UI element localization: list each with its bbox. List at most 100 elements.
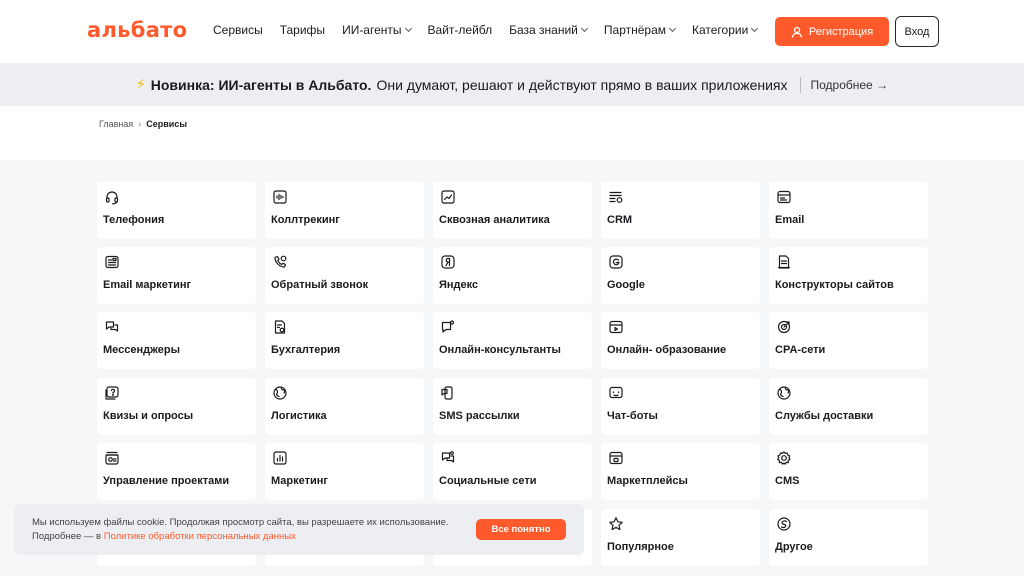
- cookie-text: Мы используем файлы cookie. Продолжая пр…: [32, 516, 449, 544]
- category-card[interactable]: Конструкторы сайтов: [769, 247, 928, 304]
- nav-item-ai-agents[interactable]: ИИ-агенты: [342, 23, 412, 37]
- category-label: Google: [607, 279, 645, 291]
- question-icon: [105, 386, 119, 400]
- announcement-bar: ⚡ Новинка: ИИ-агенты в Альбато. Они дума…: [0, 63, 1024, 106]
- category-label: Мессенджеры: [103, 344, 180, 356]
- category-card[interactable]: Бухгалтерия: [265, 312, 424, 369]
- category-card[interactable]: Социальные сети: [433, 443, 592, 500]
- cookie-banner: Мы используем файлы cookie. Продолжая пр…: [14, 504, 584, 555]
- announcement-more-link[interactable]: Подробнее →: [811, 78, 889, 92]
- category-label: Коллтрекинг: [271, 214, 340, 226]
- google-icon: [609, 255, 623, 269]
- gear-icon: [777, 451, 791, 465]
- nav-item-knowledge-base[interactable]: База знаний: [509, 23, 588, 37]
- nav-item-partners[interactable]: Партнёрам: [603, 23, 677, 37]
- cookie-prefix: Подробнее — в: [32, 531, 102, 542]
- nav-label: Тарифы: [279, 23, 326, 37]
- category-label: Конструкторы сайтов: [775, 279, 894, 291]
- category-label: Маркетинг: [271, 475, 328, 487]
- category-label: CPA-сети: [775, 344, 826, 356]
- nav-item-categories[interactable]: Категории: [692, 23, 759, 37]
- nav-label: База знаний: [509, 23, 578, 37]
- category-card[interactable]: CRM: [601, 182, 760, 239]
- category-label: Бухгалтерия: [271, 344, 341, 356]
- globe-icon: [273, 386, 287, 400]
- chevron-down-icon: [751, 24, 759, 33]
- nav-label: Сервисы: [213, 23, 263, 37]
- accounting-icon: [274, 320, 286, 334]
- chevron-down-icon: [668, 24, 677, 33]
- category-label: Сквозная аналитика: [439, 214, 550, 226]
- nav-label: Категории: [692, 23, 749, 37]
- category-label: Яндекс: [439, 279, 479, 291]
- login-button[interactable]: Вход: [895, 16, 939, 47]
- list-settings-icon: [609, 191, 623, 203]
- category-card[interactable]: Онлайн- образование: [601, 312, 760, 369]
- breadcrumb-home[interactable]: Главная: [99, 119, 133, 129]
- chat-dot-icon: [441, 320, 455, 333]
- category-card[interactable]: Другое: [769, 509, 928, 566]
- divider: [799, 76, 801, 93]
- chat-bubbles-icon: [105, 321, 119, 332]
- sms-icon: [441, 386, 453, 400]
- chevron-down-icon: [404, 24, 412, 33]
- category-label: Email: [775, 214, 805, 226]
- category-card[interactable]: Маркетинг: [265, 443, 424, 500]
- category-label: Популярное: [607, 541, 674, 553]
- category-card[interactable]: Коллтрекинг: [265, 182, 424, 239]
- category-card[interactable]: Яндекс: [433, 247, 592, 304]
- category-card[interactable]: Email маркетинг: [97, 247, 256, 304]
- announcement-text: Они думают, решают и действуют прямо в в…: [376, 76, 788, 93]
- register-button[interactable]: Регистрация: [775, 17, 889, 46]
- nav-item-pricing[interactable]: Тарифы: [280, 23, 325, 37]
- category-card[interactable]: Мессенджеры: [97, 312, 256, 369]
- other-icon: [777, 517, 791, 531]
- nav-label: Партнёрам: [603, 23, 666, 37]
- category-label: Логистика: [271, 410, 327, 422]
- nav-item-services[interactable]: Сервисы: [213, 23, 263, 37]
- category-card[interactable]: Онлайн-консультанты: [433, 312, 592, 369]
- category-card[interactable]: CPA-сети: [769, 312, 928, 369]
- category-label: Управление проектами: [103, 475, 230, 487]
- category-card[interactable]: CMS: [769, 443, 928, 500]
- projects-icon: [105, 451, 119, 465]
- category-card[interactable]: Обратный звонок: [265, 247, 424, 304]
- chevron-down-icon: [580, 24, 588, 33]
- cookie-line1: Мы используем файлы cookie. Продолжая пр…: [32, 517, 449, 528]
- site-header: альбато Сервисы Тарифы ИИ-агенты Вайт-ле…: [0, 0, 1024, 63]
- category-card[interactable]: Логистика: [265, 378, 424, 435]
- phone-callback-icon: [274, 255, 287, 268]
- nav-item-white-label[interactable]: Вайт-лейбл: [428, 23, 493, 37]
- breadcrumb: Главная › Сервисы: [99, 119, 187, 129]
- bar-chart-icon: [273, 451, 287, 465]
- category-card[interactable]: SMS рассылки: [433, 378, 592, 435]
- cookie-accept-button[interactable]: Все понятно: [476, 519, 566, 540]
- category-card[interactable]: Email: [769, 182, 928, 239]
- category-card[interactable]: Google: [601, 247, 760, 304]
- category-label: Службы доставки: [775, 410, 874, 422]
- nav-label: Вайт-лейбл: [427, 23, 493, 37]
- register-label: Регистрация: [808, 25, 874, 38]
- yandex-icon: [441, 255, 455, 269]
- category-card[interactable]: Маркетплейсы: [601, 443, 760, 500]
- video-lesson-icon: [609, 320, 623, 334]
- category-card[interactable]: Квизы и опросы: [97, 378, 256, 435]
- social-chat-icon: [441, 451, 455, 463]
- category-card[interactable]: Телефония: [97, 182, 256, 239]
- category-card[interactable]: Сквозная аналитика: [433, 182, 592, 239]
- announcement-title: Новинка: ИИ-агенты в Альбато.: [150, 76, 372, 93]
- chart-line-icon: [441, 190, 455, 204]
- headset-icon: [105, 191, 119, 205]
- category-card[interactable]: Службы доставки: [769, 378, 928, 435]
- category-label: Маркетплейсы: [607, 475, 688, 487]
- category-label: Телефония: [103, 214, 165, 226]
- category-card[interactable]: Чат-боты: [601, 378, 760, 435]
- category-card[interactable]: Управление проектами: [97, 443, 256, 500]
- bot-icon: [609, 386, 623, 399]
- logo[interactable]: альбато: [87, 18, 187, 42]
- category-card[interactable]: Популярное: [601, 509, 760, 566]
- nav-label: ИИ-агенты: [342, 23, 402, 37]
- cookie-line2: Подробнее — в Политике обработки персона…: [32, 530, 449, 544]
- category-label: Онлайн-консультанты: [439, 344, 561, 356]
- privacy-policy-link[interactable]: Политике обработки персональных данных: [104, 531, 296, 542]
